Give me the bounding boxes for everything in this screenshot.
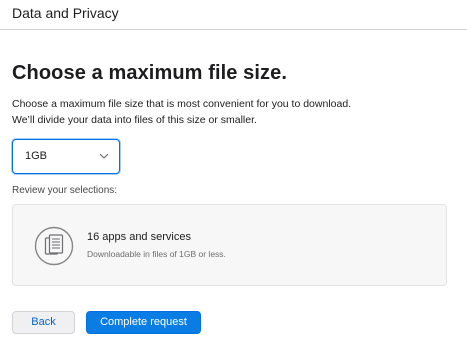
description-line-2: We’ll divide your data into files of thi… [12,114,257,126]
page-title: Choose a maximum file size. [12,62,288,84]
file-size-select[interactable]: 1GB [12,139,120,174]
back-button[interactable]: Back [12,311,75,334]
description: Choose a maximum file size that is most … [12,96,351,128]
description-line-1: Choose a maximum file size that is most … [12,98,352,110]
chevron-down-icon [99,153,109,159]
top-bar: Data and Privacy [0,0,467,30]
page-header-title: Data and Privacy [12,5,119,21]
review-label: Review your selections: [12,185,118,196]
summary-subtitle: Downloadable in files of 1GB or less. [87,249,226,259]
file-size-select-value: 1GB [25,150,48,162]
documents-icon [34,226,74,266]
selection-summary: 16 apps and services Downloadable in fil… [12,204,447,286]
complete-request-button[interactable]: Complete request [86,311,201,334]
summary-title: 16 apps and services [87,231,191,243]
